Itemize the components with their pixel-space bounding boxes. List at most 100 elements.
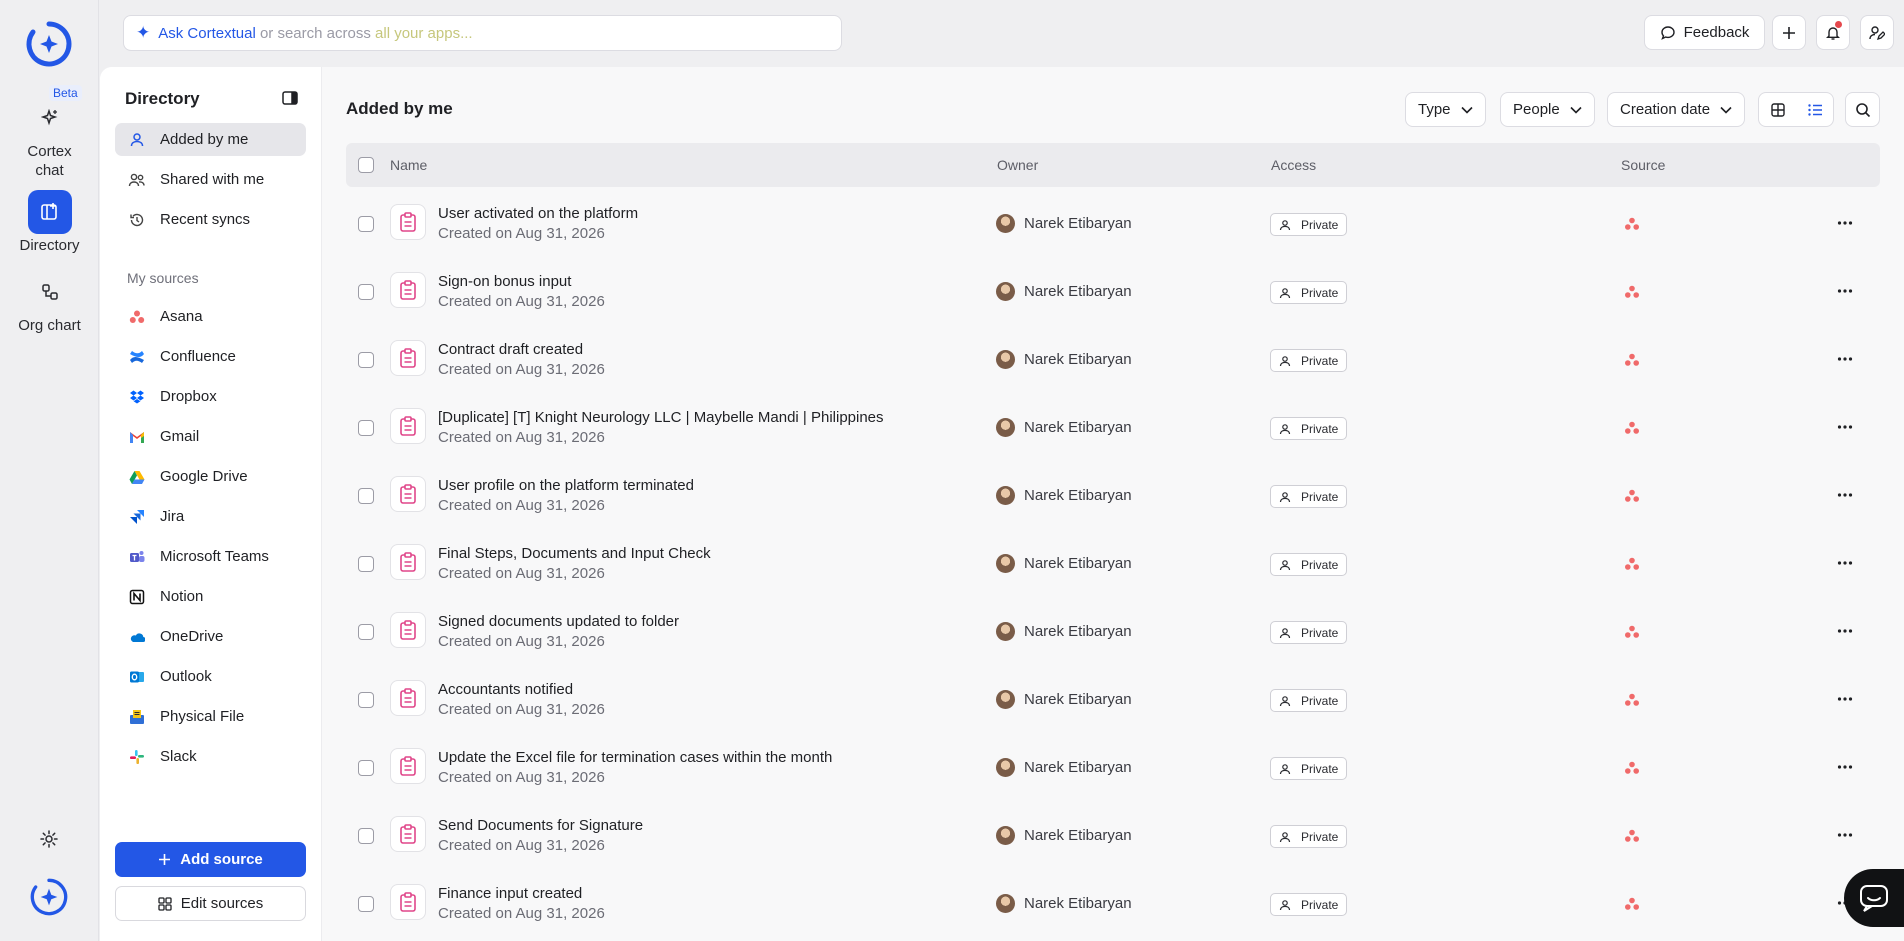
more-options-icon[interactable] [1837, 351, 1853, 372]
more-options-icon[interactable] [1837, 759, 1853, 780]
table-row[interactable]: Accountants notified Created on Aug 31, 2… [346, 666, 1880, 734]
more-options-icon[interactable] [1837, 283, 1853, 304]
add-source-button[interactable]: Add source [115, 842, 306, 877]
access-badge[interactable]: Private [1270, 757, 1348, 780]
row-checkbox[interactable] [358, 556, 374, 572]
rail-item-org-chart[interactable]: Org chart [0, 270, 99, 335]
sidebar-item-added-by-me[interactable]: Added by me [115, 123, 306, 156]
table-row[interactable]: Send Documents for Signature Created on A… [346, 802, 1880, 870]
row-name[interactable]: User activated on the platform [438, 205, 638, 222]
sidebar-item-shared-with-me[interactable]: Shared with me [115, 163, 306, 196]
column-header-access[interactable]: Access [1271, 157, 1316, 173]
sidebar-item-recent-syncs[interactable]: Recent syncs [115, 203, 306, 236]
access-badge[interactable]: Private [1270, 213, 1348, 236]
cortextual-logo-icon[interactable] [29, 877, 69, 917]
creation-date-filter-dropdown[interactable]: Creation date [1607, 92, 1746, 127]
people-filter-dropdown[interactable]: People [1500, 92, 1595, 127]
table-search-button[interactable] [1845, 92, 1880, 127]
sidebar-source-slack[interactable]: Slack [115, 740, 306, 773]
avatar [996, 486, 1015, 505]
cortextual-logo-icon[interactable] [25, 20, 73, 68]
table-row[interactable]: [Duplicate] [T] Knight Neurology LLC | M… [346, 394, 1880, 462]
row-name[interactable]: [Duplicate] [T] Knight Neurology LLC | M… [438, 409, 884, 426]
row-checkbox[interactable] [358, 624, 374, 640]
user-icon [1279, 559, 1296, 571]
sidebar-source-confluence[interactable]: Confluence [115, 340, 306, 373]
grid-view-icon[interactable] [1770, 102, 1786, 118]
access-badge[interactable]: Private [1270, 825, 1348, 848]
more-options-icon[interactable] [1837, 691, 1853, 712]
table-row[interactable]: Final Steps, Documents and Input Check Cr… [346, 530, 1880, 598]
row-name[interactable]: Accountants notified [438, 681, 573, 698]
sidebar-source-google-drive[interactable]: Google Drive [115, 460, 306, 493]
more-options-icon[interactable] [1837, 623, 1853, 644]
sidebar-source-jira[interactable]: Jira [115, 500, 306, 533]
column-header-name[interactable]: Name [390, 157, 427, 173]
access-badge[interactable]: Private [1270, 281, 1348, 304]
support-chat-button[interactable] [1844, 869, 1904, 927]
access-badge[interactable]: Private [1270, 689, 1348, 712]
access-badge[interactable]: Private [1270, 621, 1348, 644]
rail-item-cortex-chat[interactable]: Cortex chat [0, 96, 99, 180]
sidebar-source-physical-file[interactable]: Physical File [115, 700, 306, 733]
sidebar-source-dropbox[interactable]: Dropbox [115, 380, 306, 413]
row-checkbox[interactable] [358, 760, 374, 776]
row-checkbox[interactable] [358, 352, 374, 368]
type-filter-dropdown[interactable]: Type [1405, 92, 1486, 127]
row-name[interactable]: Signed documents updated to folder [438, 613, 679, 630]
feedback-button[interactable]: Feedback [1644, 15, 1765, 50]
collapse-sidebar-icon[interactable] [280, 88, 300, 108]
row-checkbox[interactable] [358, 216, 374, 232]
row-name[interactable]: Update the Excel file for termination ca… [438, 749, 832, 766]
access-badge[interactable]: Private [1270, 417, 1348, 440]
more-options-icon[interactable] [1837, 215, 1853, 236]
column-header-source[interactable]: Source [1621, 157, 1665, 173]
table-row[interactable]: Signed documents updated to folder Create… [346, 598, 1880, 666]
table-row[interactable]: User activated on the platform Created on… [346, 190, 1880, 258]
table-row[interactable]: Contract draft created Created on Aug 31,… [346, 326, 1880, 394]
edit-sources-button[interactable]: Edit sources [115, 886, 306, 921]
row-name[interactable]: Sign-on bonus input [438, 273, 571, 290]
user-settings-button[interactable] [1860, 15, 1894, 50]
row-checkbox[interactable] [358, 828, 374, 844]
row-checkbox[interactable] [358, 896, 374, 912]
row-created-date: Created on Aug 31, 2026 [438, 905, 605, 922]
sidebar-source-gmail[interactable]: Gmail [115, 420, 306, 453]
row-name[interactable]: User profile on the platform terminated [438, 477, 694, 494]
more-options-icon[interactable] [1837, 419, 1853, 440]
rail-item-directory[interactable]: Directory [0, 190, 99, 255]
list-view-icon[interactable] [1807, 102, 1823, 118]
column-header-owner[interactable]: Owner [997, 157, 1038, 173]
sidebar-source-notion[interactable]: Notion [115, 580, 306, 613]
settings-gear-icon[interactable] [38, 828, 60, 850]
table-row[interactable]: Finance input created Created on Aug 31, … [346, 870, 1880, 938]
row-name[interactable]: Send Documents for Signature [438, 817, 643, 834]
select-all-checkbox[interactable] [358, 157, 374, 173]
sidebar-source-microsoft-teams[interactable]: Microsoft Teams [115, 540, 306, 573]
table-row[interactable]: Sign-on bonus input Created on Aug 31, 20… [346, 258, 1880, 326]
more-options-icon[interactable] [1837, 487, 1853, 508]
row-checkbox[interactable] [358, 420, 374, 436]
global-search-input[interactable]: ✦ Ask Cortextual or search across all yo… [123, 15, 842, 51]
more-options-icon[interactable] [1837, 827, 1853, 848]
more-options-icon[interactable] [1837, 555, 1853, 576]
sidebar-source-onedrive[interactable]: OneDrive [115, 620, 306, 653]
table-row[interactable]: User profile on the platform terminated C… [346, 462, 1880, 530]
access-badge[interactable]: Private [1270, 893, 1348, 916]
sidebar-source-asana[interactable]: Asana [115, 300, 306, 333]
table-row[interactable]: Update the Excel file for termination ca… [346, 734, 1880, 802]
access-badge[interactable]: Private [1270, 553, 1348, 576]
row-name[interactable]: Final Steps, Documents and Input Check [438, 545, 711, 562]
access-badge[interactable]: Private [1270, 349, 1348, 372]
row-checkbox[interactable] [358, 488, 374, 504]
row-checkbox[interactable] [358, 692, 374, 708]
user-icon [1279, 627, 1296, 639]
row-name[interactable]: Contract draft created [438, 341, 583, 358]
access-badge[interactable]: Private [1270, 485, 1348, 508]
create-button[interactable] [1772, 15, 1806, 50]
sidebar-source-outlook[interactable]: Outlook [115, 660, 306, 693]
row-owner: Narek Etibaryan [996, 350, 1132, 369]
row-name[interactable]: Finance input created [438, 885, 582, 902]
row-checkbox[interactable] [358, 284, 374, 300]
notifications-button[interactable] [1816, 15, 1850, 50]
